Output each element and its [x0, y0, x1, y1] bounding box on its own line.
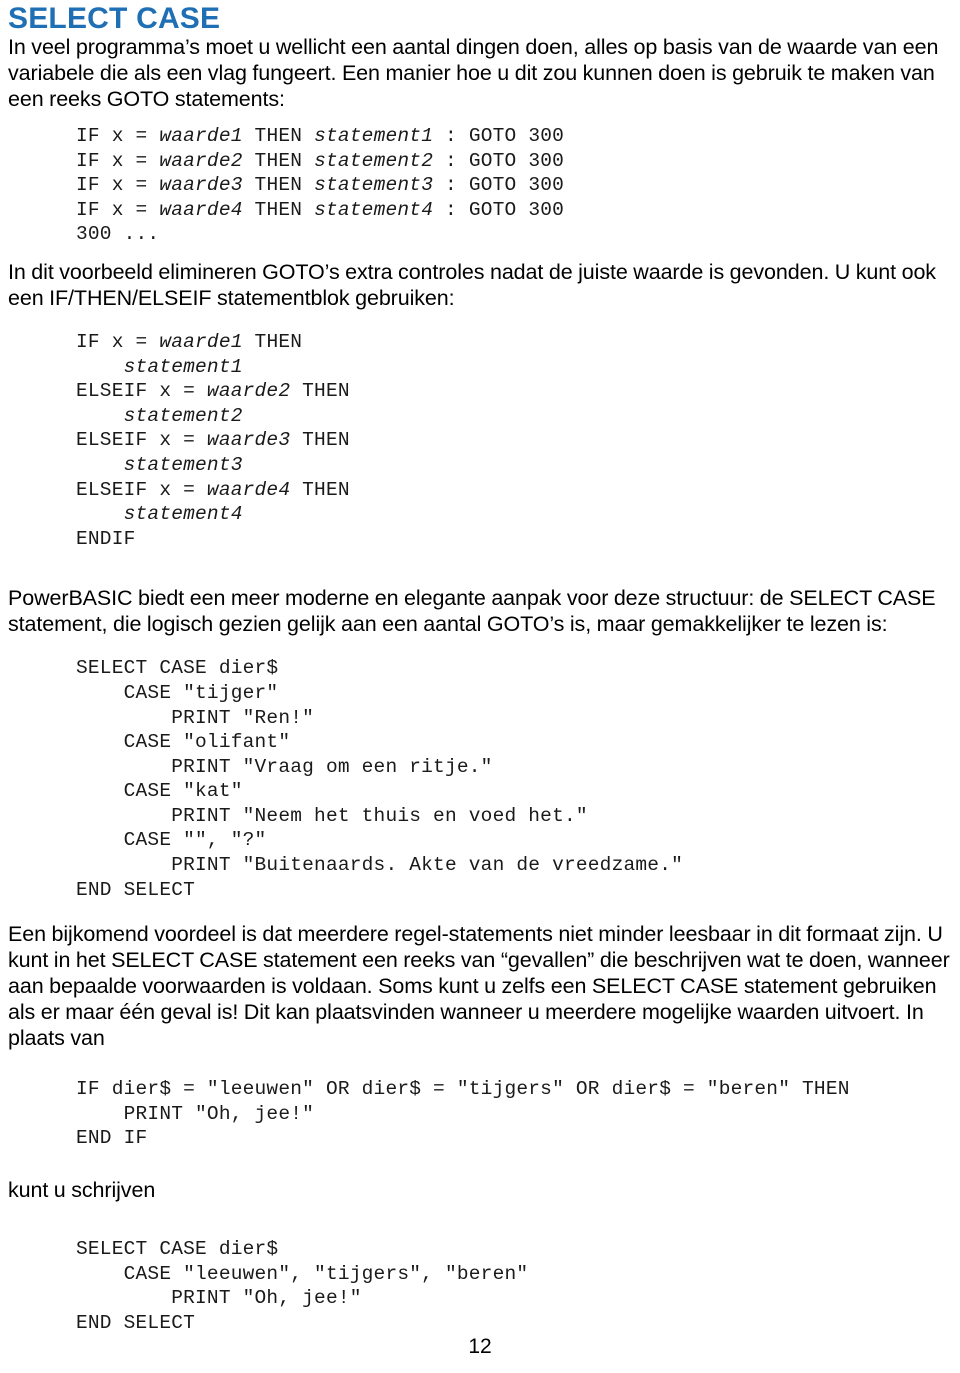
paragraph-advantage: Een bijkomend voordeel is dat meerdere r… [8, 922, 950, 1051]
code-block-ifthen-example: IF x = waarde1 THEN statement1 ELSEIF x … [76, 330, 350, 550]
code-block-selectcase-multi-example: SELECT CASE dier$ CASE "leeuwen", "tijge… [76, 1238, 529, 1334]
paragraph-powerbasic: PowerBASIC biedt een meer moderne en ele… [8, 586, 936, 637]
paragraph-kunt-u-schrijven: kunt u schrijven [8, 1178, 156, 1203]
document-page: SELECT CASE In veel programma’s moet u w… [0, 0, 960, 1373]
page-title: SELECT CASE [8, 2, 221, 35]
paragraph-after-goto: In dit voorbeeld elimineren GOTO’s extra… [8, 259, 936, 310]
code-block-selectcase-example: SELECT CASE dier$ CASE "tijger" PRINT "R… [76, 657, 683, 901]
code-block-or-example: IF dier$ = "leeuwen" OR dier$ = "tijgers… [76, 1078, 850, 1150]
paragraph-intro: In veel programma’s moet u wellicht een … [8, 35, 939, 111]
code-block-goto-example: IF x = waarde1 THEN statement1 : GOTO 30… [76, 125, 565, 246]
page-number: 12 [468, 1335, 492, 1358]
